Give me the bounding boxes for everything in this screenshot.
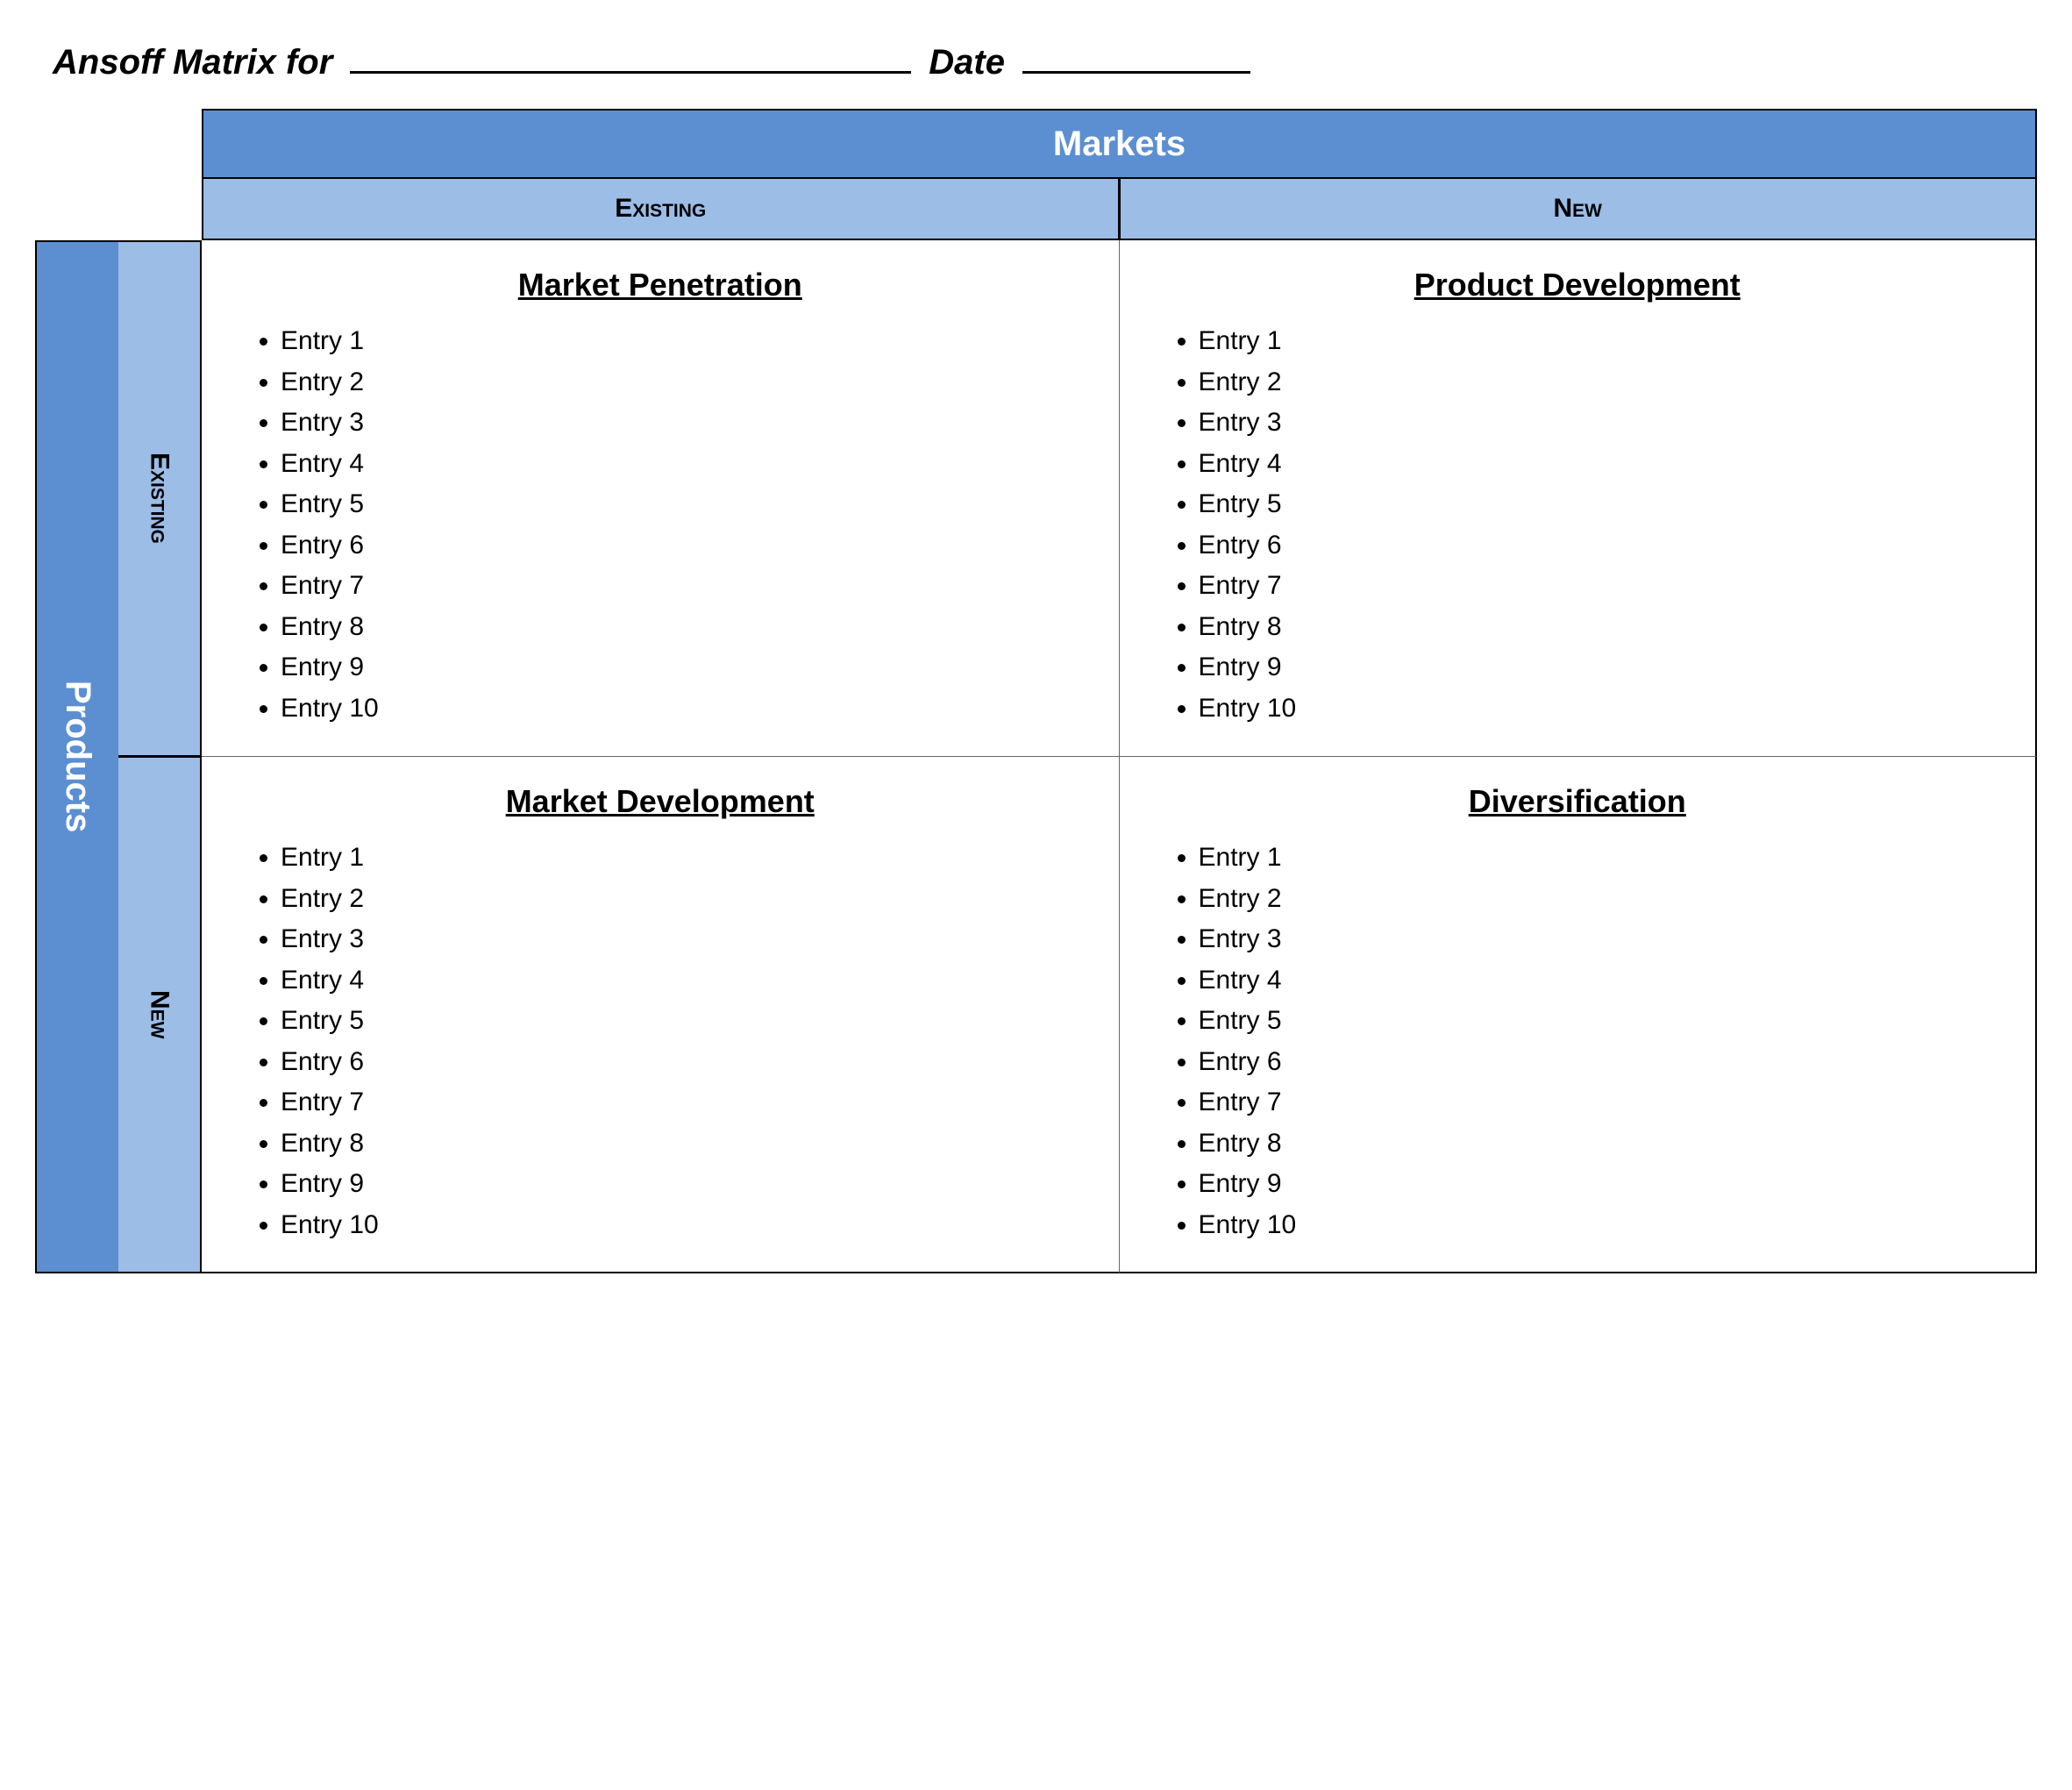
list-item: Entry 7 <box>281 1082 1093 1123</box>
markets-new-label: New <box>1120 179 2038 240</box>
list-item: Entry 9 <box>1199 647 2010 688</box>
list-item: Entry 3 <box>1199 919 2010 960</box>
quadrant-title: Market Penetration <box>228 267 1093 303</box>
list-item: Entry 5 <box>281 1001 1093 1042</box>
list-item: Entry 8 <box>1199 607 2010 648</box>
list-item: Entry 1 <box>1199 838 2010 879</box>
list-item: Entry 10 <box>281 688 1093 730</box>
list-item: Entry 7 <box>281 566 1093 607</box>
list-item: Entry 2 <box>1199 879 2010 920</box>
list-item: Entry 8 <box>281 607 1093 648</box>
list-item: Entry 6 <box>281 1042 1093 1083</box>
ansoff-matrix: Markets Existing New Products Existing N… <box>35 109 2037 1273</box>
list-item: Entry 4 <box>281 444 1093 485</box>
entry-list: Entry 1Entry 2Entry 3Entry 4Entry 5Entry… <box>1146 321 2010 729</box>
list-item: Entry 1 <box>281 838 1093 879</box>
page-header: Ansoff Matrix for Date <box>35 35 2037 82</box>
list-item: Entry 4 <box>1199 444 2010 485</box>
markets-existing-label: Existing <box>202 179 1120 240</box>
list-item: Entry 5 <box>281 484 1093 525</box>
entry-list: Entry 1Entry 2Entry 3Entry 4Entry 5Entry… <box>1146 838 2010 1245</box>
list-item: Entry 2 <box>1199 362 2010 403</box>
list-item: Entry 10 <box>1199 1205 2010 1246</box>
quadrant-title: Market Development <box>228 783 1093 820</box>
list-item: Entry 5 <box>1199 1001 2010 1042</box>
list-item: Entry 6 <box>281 525 1093 567</box>
entry-list: Entry 1Entry 2Entry 3Entry 4Entry 5Entry… <box>228 321 1093 729</box>
list-item: Entry 7 <box>1199 566 2010 607</box>
list-item: Entry 4 <box>281 960 1093 1002</box>
quadrant-market-development: Market Development Entry 1Entry 2Entry 3… <box>202 757 1120 1273</box>
list-item: Entry 4 <box>1199 960 2010 1002</box>
products-new-label: New <box>118 757 202 1273</box>
title-prefix: Ansoff Matrix for <box>53 43 332 82</box>
quadrant-product-development: Product Development Entry 1Entry 2Entry … <box>1120 240 2038 757</box>
list-item: Entry 5 <box>1199 484 2010 525</box>
list-item: Entry 3 <box>281 403 1093 444</box>
products-existing-label: Existing <box>118 240 202 757</box>
list-item: Entry 9 <box>1199 1164 2010 1205</box>
title-blank[interactable] <box>350 35 911 74</box>
list-item: Entry 2 <box>281 879 1093 920</box>
list-item: Entry 2 <box>281 362 1093 403</box>
list-item: Entry 8 <box>281 1123 1093 1165</box>
list-item: Entry 3 <box>281 919 1093 960</box>
entry-list: Entry 1Entry 2Entry 3Entry 4Entry 5Entry… <box>228 838 1093 1245</box>
markets-axis-label: Markets <box>202 109 2037 179</box>
empty-corner <box>35 109 202 240</box>
date-blank[interactable] <box>1022 35 1250 74</box>
list-item: Entry 6 <box>1199 1042 2010 1083</box>
list-item: Entry 9 <box>281 1164 1093 1205</box>
list-item: Entry 9 <box>281 647 1093 688</box>
quadrant-title: Diversification <box>1146 783 2010 820</box>
list-item: Entry 6 <box>1199 525 2010 567</box>
quadrant-market-penetration: Market Penetration Entry 1Entry 2Entry 3… <box>202 240 1120 757</box>
quadrant-diversification: Diversification Entry 1Entry 2Entry 3Ent… <box>1120 757 2038 1273</box>
list-item: Entry 10 <box>281 1205 1093 1246</box>
list-item: Entry 7 <box>1199 1082 2010 1123</box>
list-item: Entry 3 <box>1199 403 2010 444</box>
list-item: Entry 1 <box>1199 321 2010 362</box>
list-item: Entry 1 <box>281 321 1093 362</box>
list-item: Entry 8 <box>1199 1123 2010 1165</box>
date-label: Date <box>929 43 1005 82</box>
quadrant-title: Product Development <box>1146 267 2010 303</box>
list-item: Entry 10 <box>1199 688 2010 730</box>
products-axis-label: Products <box>35 240 118 1273</box>
